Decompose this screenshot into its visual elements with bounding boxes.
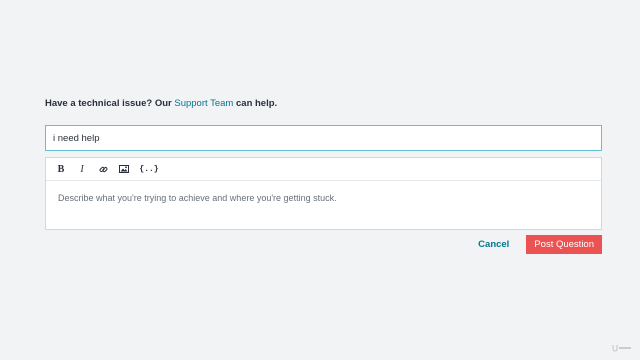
cancel-button[interactable]: Cancel	[478, 239, 509, 250]
code-block-button[interactable]: {..}	[137, 159, 161, 179]
logo-icon	[612, 345, 631, 352]
italic-button[interactable]: I	[72, 159, 92, 179]
form-actions: Cancel Post Question	[478, 235, 602, 254]
watermark-logo	[612, 344, 632, 354]
intro-prefix: Have a technical issue? Our	[45, 98, 172, 109]
support-intro: Have a technical issue? Our Support Team…	[45, 97, 602, 111]
question-details-input[interactable]: Describe what you're trying to achieve a…	[46, 181, 601, 215]
link-icon	[99, 166, 107, 172]
insert-image-button[interactable]	[114, 159, 134, 179]
insert-link-button[interactable]	[93, 159, 113, 179]
editor-toolbar: B I {..}	[46, 158, 601, 181]
intro-suffix: can help.	[236, 98, 278, 109]
bold-button[interactable]: B	[51, 159, 71, 179]
ask-question-form: Have a technical issue? Our Support Team…	[45, 97, 602, 230]
question-title-input[interactable]	[45, 125, 602, 151]
image-icon	[119, 165, 129, 173]
support-team-link[interactable]: Support Team	[174, 98, 233, 109]
details-placeholder: Describe what you're trying to achieve a…	[58, 193, 337, 203]
question-details-editor: B I {..} Describe what you're trying to …	[45, 157, 602, 230]
post-question-button[interactable]: Post Question	[526, 235, 602, 254]
